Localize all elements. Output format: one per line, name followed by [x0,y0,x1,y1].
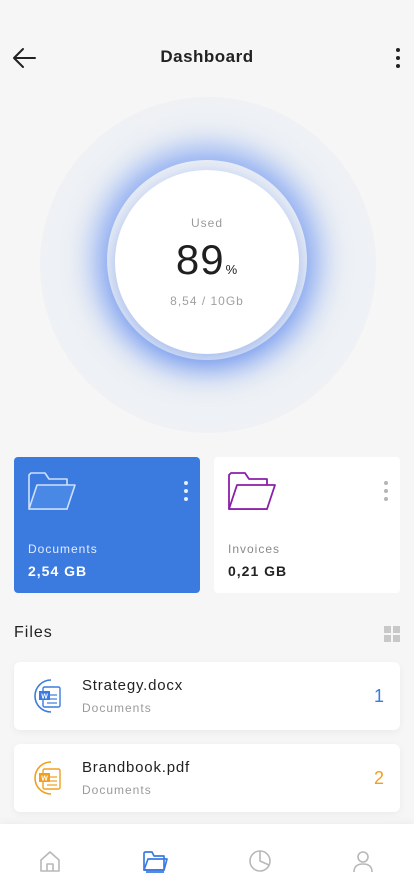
folder-icon [228,472,276,510]
more-vertical-icon [384,481,388,485]
word-doc-icon: W [34,761,61,795]
folder-card-documents[interactable]: Documents 2,54 GB [14,457,200,593]
storage-detail: 8,54 / 10Gb [170,294,244,308]
folder-menu-button[interactable] [184,481,188,501]
folder-name: Invoices [228,542,281,556]
nav-item-profile[interactable] [350,848,376,874]
folder-size: 2,54 GB [28,563,88,579]
folder-card-invoices[interactable]: Invoices 0,21 GB [214,457,400,593]
pie-chart-icon [249,850,271,872]
nav-item-stats[interactable] [247,848,273,874]
svg-text:W: W [41,776,48,783]
storage-percent: 89% [175,236,239,283]
folder-name: Documents [28,542,98,556]
header: Dashboard [0,0,414,100]
user-icon [353,851,373,873]
folder-size: 0,21 GB [228,563,288,579]
files-section-title: Files [14,624,53,641]
file-count: 1 [373,686,384,706]
file-count: 2 [373,768,384,788]
home-icon [40,851,60,872]
word-doc-icon: W [34,679,61,713]
more-menu-button[interactable] [386,42,410,74]
grid-view-button[interactable] [384,626,400,642]
file-row[interactable]: W Strategy.docx Documents 1 [14,662,400,730]
nav-item-files[interactable] [142,848,168,874]
folder-icon [143,851,168,873]
file-row[interactable]: W Brandbook.pdf Documents 2 [14,744,400,812]
nav-item-home[interactable] [37,848,63,874]
file-name: Strategy.docx [82,677,184,694]
storage-gauge: Used 89% 8,54 / 10Gb [115,170,299,354]
file-folder: Documents [82,783,152,797]
file-folder: Documents [82,701,152,715]
more-vertical-icon [184,481,188,485]
svg-text:W: W [41,694,48,701]
grid-view-icon [384,626,391,633]
storage-label: Used [190,216,223,230]
page-title: Dashboard [160,47,254,66]
folder-menu-button[interactable] [384,481,388,501]
more-vertical-icon [396,48,400,52]
bottom-nav [0,824,414,896]
folder-icon [28,472,76,510]
file-name: Brandbook.pdf [82,759,190,776]
